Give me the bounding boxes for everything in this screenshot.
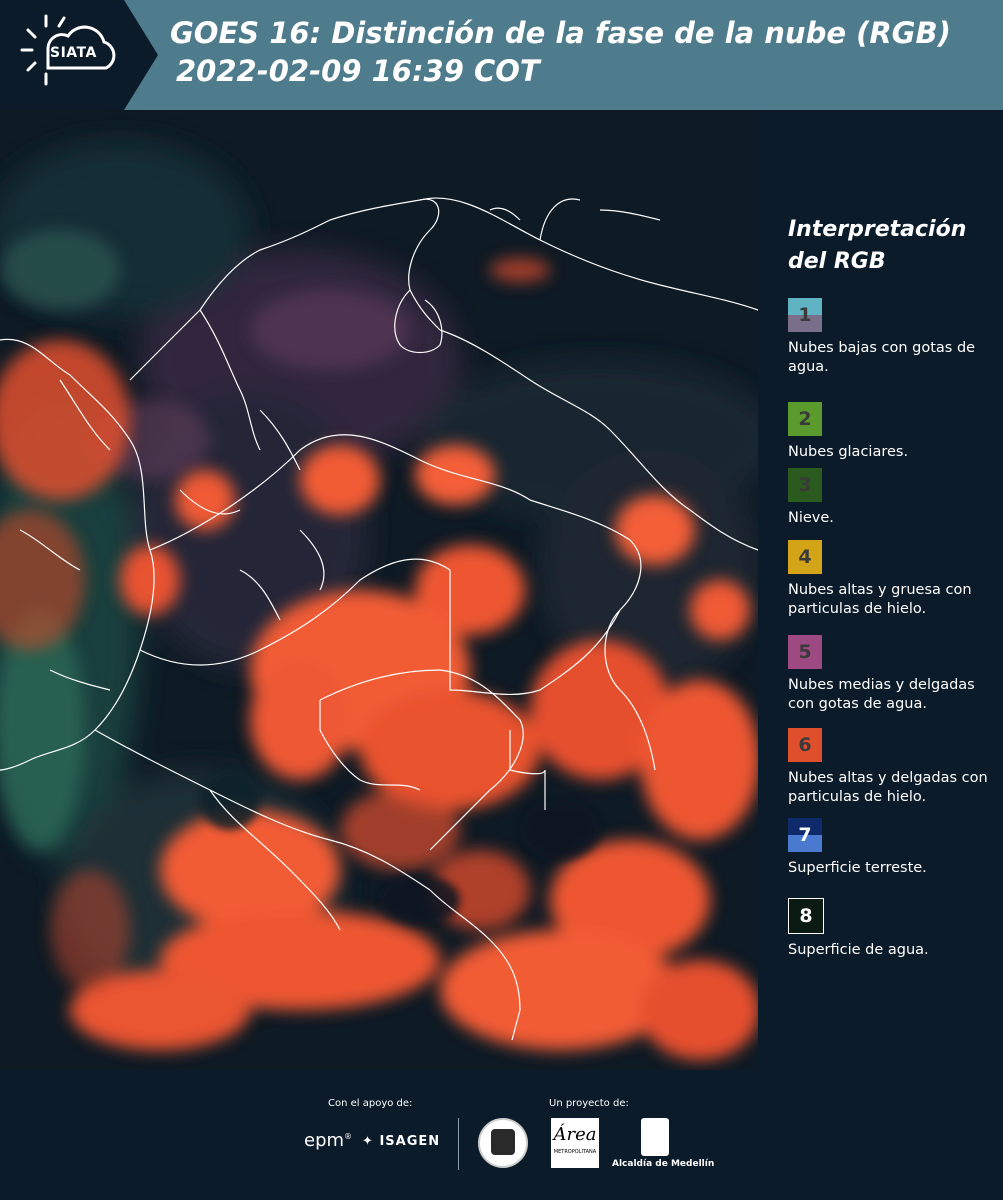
medellin-crest-icon	[641, 1118, 669, 1156]
legend-label: Nubes glaciares.	[788, 444, 909, 460]
support-label: Con el apoyo de:	[328, 1098, 413, 1109]
legend-swatch: 6	[788, 728, 822, 762]
legend-item-6: 6 Nubes altas y delgadas con particulas d…	[788, 728, 998, 807]
project-label: Un proyecto de:	[549, 1098, 629, 1109]
area-metropolitana-logo: Área METROPOLITANA	[551, 1118, 599, 1168]
legend-label: Nubes medias y delgadas con gotas de agu…	[788, 677, 975, 712]
logo-text: SIATA	[50, 45, 97, 61]
legend-number: 8	[799, 905, 813, 927]
legend-title-line-2: del RGB	[788, 249, 886, 274]
footer-divider	[458, 1118, 459, 1170]
isagen-star-icon: ✦	[362, 1134, 374, 1149]
satellite-map	[0, 110, 758, 1070]
legend-panel: Interpretación del RGB 1 Nubes bajas con …	[758, 110, 1003, 1070]
epm-logo: epm®	[304, 1130, 353, 1151]
legend-label: Nieve.	[788, 510, 834, 526]
legend-label: Superficie de agua.	[788, 942, 929, 958]
legend-label: Nubes altas y gruesa con particulas de h…	[788, 582, 972, 617]
legend-label: Nubes altas y delgadas con particulas de…	[788, 770, 988, 805]
legend-swatch: 3	[788, 468, 822, 502]
government-seal-icon	[478, 1118, 528, 1168]
legend-swatch: 8	[788, 898, 824, 934]
legend-swatch: 7	[788, 818, 822, 852]
legend-label: Superficie terreste.	[788, 860, 927, 876]
legend-swatch: 4	[788, 540, 822, 574]
legend-number: 3	[798, 474, 812, 496]
legend-swatch: 5	[788, 635, 822, 669]
legend-number: 4	[798, 546, 812, 568]
page-title: GOES 16: Distinción de la fase de la nub…	[170, 14, 951, 90]
legend-title: Interpretación del RGB	[788, 214, 966, 278]
legend-item-5: 5 Nubes medias y delgadas con gotas de ag…	[788, 635, 998, 714]
header: SIATA GOES 16: Distinción de la fase de …	[0, 0, 1003, 110]
legend-number: 6	[798, 734, 812, 756]
title-line-2: 2022-02-09 16:39 COT	[176, 54, 540, 88]
footer: Con el apoyo de: Un proyecto de: epm® ✦ …	[0, 1070, 1003, 1200]
legend-title-line-1: Interpretación	[788, 217, 967, 242]
legend-number: 2	[798, 408, 812, 430]
legend-swatch: 2	[788, 402, 822, 436]
legend-item-4: 4 Nubes altas y gruesa con particulas de …	[788, 540, 998, 619]
legend-item-2: 2 Nubes glaciares.	[788, 402, 998, 462]
title-line-1: GOES 16: Distinción de la fase de la nub…	[170, 16, 951, 50]
legend-label: Nubes bajas con gotas de agua.	[788, 340, 976, 375]
medellin-logo-text: Alcaldía de Medellín	[612, 1159, 715, 1169]
siata-logo: SIATA	[0, 0, 158, 110]
satellite-image	[0, 110, 758, 1070]
legend-number: 7	[798, 824, 812, 846]
legend-number: 5	[798, 641, 812, 663]
legend-number: 1	[798, 304, 812, 326]
legend-item-1: 1 Nubes bajas con gotas de agua.	[788, 298, 998, 377]
isagen-logo: ✦ ISAGEN	[362, 1134, 441, 1149]
legend-item-8: 8 Superficie de agua.	[788, 898, 998, 960]
legend-item-3: 3 Nieve.	[788, 468, 998, 528]
legend-swatch: 1	[788, 298, 822, 332]
legend-item-7: 7 Superficie terreste.	[788, 818, 998, 878]
